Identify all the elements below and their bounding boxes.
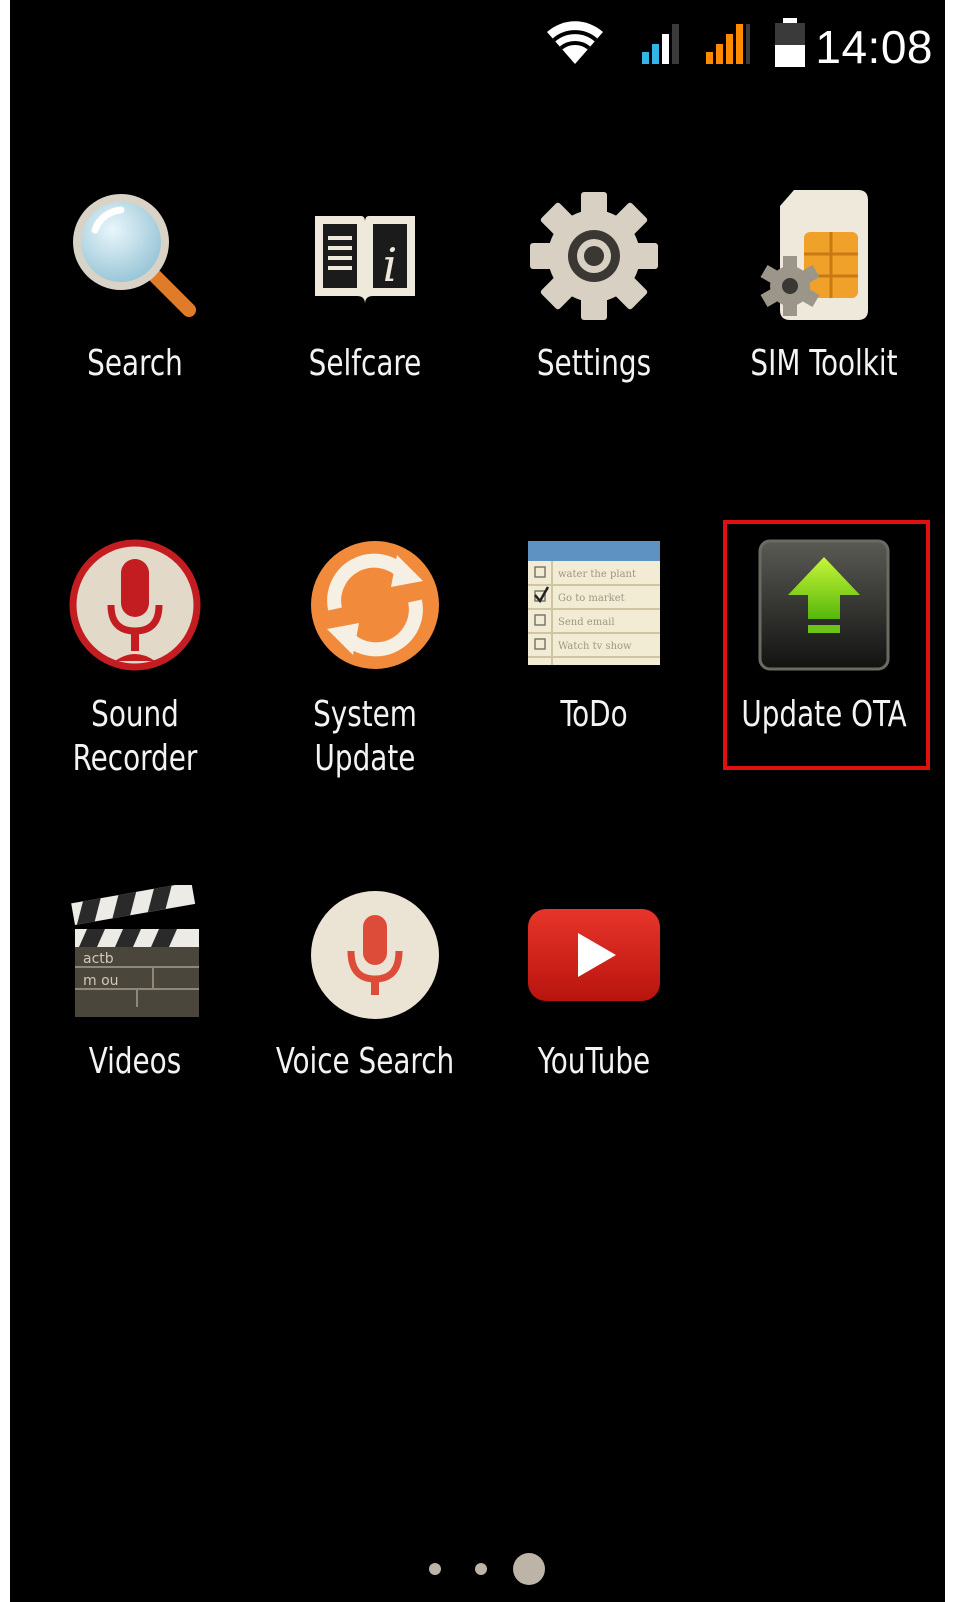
app-system-update[interactable]: System Update [250, 535, 500, 779]
app-label: System Update [313, 694, 417, 779]
info-book-icon: i [315, 216, 415, 304]
gear-icon [530, 192, 658, 320]
signal-sim2-icon [706, 24, 750, 64]
app-label: SIM Toolkit [750, 343, 898, 384]
app-youtube[interactable]: YouTube [479, 885, 709, 1105]
app-todo[interactable]: water the plant Go to market Send email … [479, 535, 709, 755]
svg-text:i: i [383, 238, 398, 292]
refresh-arrows-icon [311, 541, 439, 669]
app-label: Videos [88, 1041, 182, 1082]
app-sim-toolkit[interactable]: SIM Toolkit [709, 186, 939, 406]
app-selfcare[interactable]: i Selfcare [250, 186, 480, 406]
app-label: ToDo [560, 694, 628, 735]
app-label: Search [87, 343, 183, 384]
status-bar: 14:08 [10, 0, 945, 88]
todo-note-3: Send email [558, 617, 615, 628]
app-settings[interactable]: Settings [479, 186, 709, 406]
todo-list-icon: water the plant Go to market Send email … [528, 541, 660, 665]
app-label: Settings [536, 343, 652, 384]
home-screen: 14:08 Search i Selfcare Settings SIM Too… [10, 0, 945, 1602]
voice-mic-icon [311, 891, 439, 1019]
page-dot-1[interactable] [429, 1563, 441, 1575]
microphone-icon [69, 539, 201, 671]
magnifier-icon [73, 194, 196, 317]
status-clock: 14:08 [815, 21, 933, 73]
app-sound-recorder[interactable]: Sound Recorder [20, 535, 250, 795]
highlight-box [723, 520, 930, 770]
app-label: Sound Recorder [72, 694, 198, 779]
app-videos[interactable]: actb m ou Videos [20, 885, 250, 1105]
app-label: YouTube [537, 1041, 651, 1082]
signal-sim1-icon [642, 24, 679, 64]
clapper-text-2: m ou [83, 973, 119, 989]
todo-note-1: water the plant [558, 569, 636, 580]
sim-card-gear-icon [760, 190, 868, 320]
page-indicator [10, 1550, 945, 1586]
clapperboard-icon: actb m ou [71, 885, 199, 1017]
play-button-icon [528, 909, 660, 1001]
todo-note-2: Go to market [558, 593, 625, 604]
app-voice-search[interactable]: Voice Search [250, 885, 500, 1105]
todo-note-4: Watch tv show [558, 641, 632, 652]
page-dot-2[interactable] [475, 1563, 487, 1575]
app-search[interactable]: Search [20, 186, 250, 406]
wifi-icon [547, 21, 603, 64]
app-label: Selfcare [308, 343, 422, 384]
clapper-text-1: actb [83, 951, 114, 967]
page-dot-3-current[interactable] [513, 1553, 545, 1585]
app-label: Voice Search [275, 1041, 455, 1082]
battery-icon [775, 18, 805, 67]
